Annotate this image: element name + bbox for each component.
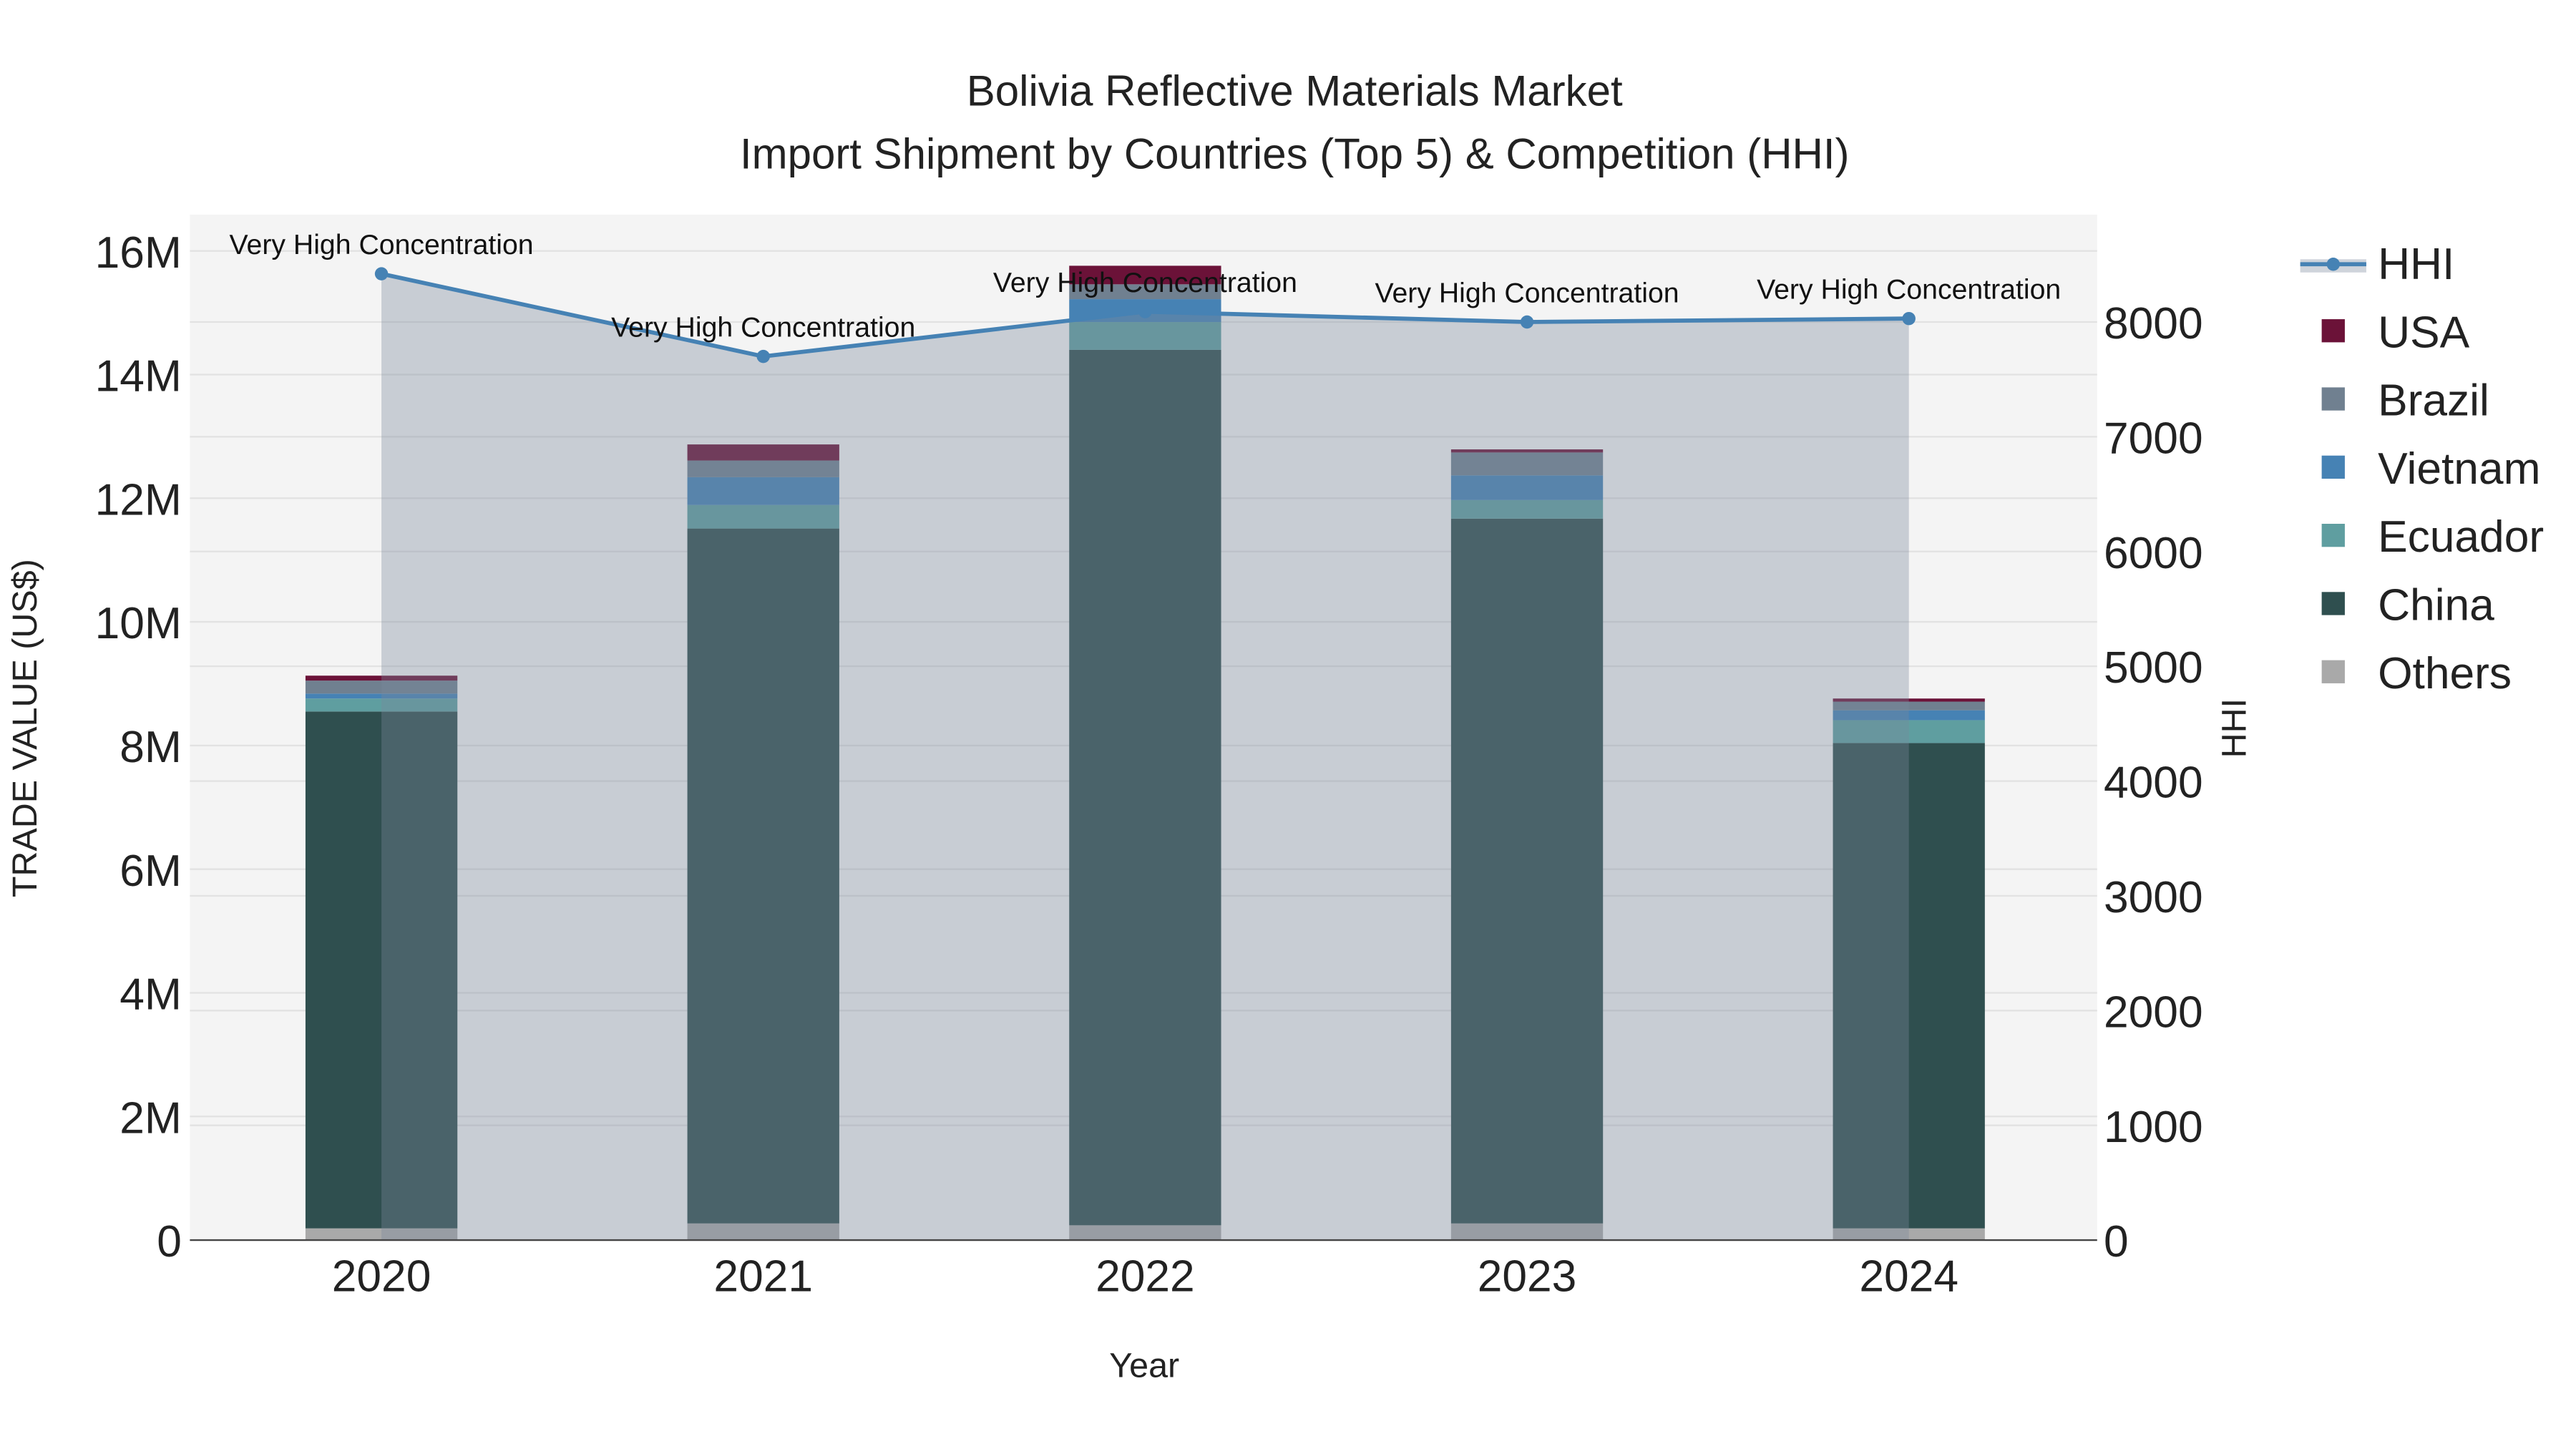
legend-label: Ecuador [2378,512,2544,562]
y-tick-label: 0 [157,1217,182,1267]
y2-tick-label: 7000 [2104,414,2203,463]
y-tick-label: 14M [95,352,182,401]
y-axis-label: TRADE VALUE (US$) [6,559,44,897]
y-tick-label: 10M [95,599,182,648]
legend-label: Brazil [2378,376,2489,426]
hhi-annotation: Very High Concentration [993,267,1297,298]
hhi-point [1902,311,1916,326]
hhi-point [756,349,770,364]
legend: HHI USA Brazil Vietnam Ecuador China Others [2300,240,2544,698]
y2-axis-ticks: 0 1000 2000 3000 4000 5000 6000 7000 8000 [2104,299,2203,1267]
x-tick-label: 2024 [1859,1252,1958,1302]
hhi-annotation: Very High Concentration [1375,277,1679,308]
x-axis-label: Year [1109,1347,1179,1385]
y2-tick-label: 0 [2104,1217,2129,1267]
x-tick-label: 2021 [713,1252,813,1302]
hhi-point [374,267,389,280]
x-tick-label: 2022 [1096,1252,1195,1302]
legend-swatch-brazil [2321,387,2345,411]
chart: Bolivia Reflective Materials Market Impo… [6,67,2544,1385]
y2-tick-label: 6000 [2104,529,2203,578]
legend-swatch-others [2321,660,2345,683]
legend-label: Vietnam [2378,444,2540,494]
y-tick-label: 12M [95,475,182,525]
y-tick-label: 2M [119,1093,182,1143]
y2-axis-label: HHI [2215,698,2253,758]
legend-swatch-vietnam [2321,455,2345,479]
y-axis-ticks: 0 2M 4M 6M 8M 10M 12M 14M 16M [95,228,182,1267]
y2-tick-label: 1000 [2104,1103,2203,1152]
chart-subtitle: Import Shipment by Countries (Top 5) & C… [740,130,1850,177]
y-tick-label: 8M [119,723,182,772]
legend-label: HHI [2378,240,2454,289]
legend-marker-hhi [2326,258,2340,271]
hhi-annotation: Very High Concentration [230,229,534,260]
y2-tick-label: 4000 [2104,758,2203,808]
hhi-point [1520,315,1534,329]
chart-title: Bolivia Reflective Materials Market [967,67,1623,115]
hhi-point [1138,305,1152,318]
hhi-series: Very High Concentration Very High Concent… [230,229,2061,1241]
legend-label: USA [2378,308,2470,357]
y2-tick-label: 2000 [2104,987,2203,1037]
legend-swatch-usa [2321,319,2345,343]
hhi-annotation: Very High Concentration [1757,273,2061,305]
x-axis-ticks: 2020 2021 2022 2023 2024 [332,1252,1958,1302]
y2-tick-label: 5000 [2104,643,2203,693]
y-tick-label: 16M [95,228,182,278]
hhi-fill-area [381,273,1909,1241]
y2-tick-label: 3000 [2104,873,2203,922]
hhi-annotation: Very High Concentration [611,311,915,343]
legend-label: Others [2378,649,2512,698]
y2-tick-label: 8000 [2104,299,2203,348]
x-tick-label: 2020 [332,1252,431,1302]
legend-label: China [2378,581,2494,630]
y-tick-label: 4M [119,970,182,1020]
x-tick-label: 2023 [1478,1252,1577,1302]
legend-swatch-ecuador [2321,524,2345,547]
y-tick-label: 6M [119,847,182,896]
legend-swatch-china [2321,592,2345,615]
